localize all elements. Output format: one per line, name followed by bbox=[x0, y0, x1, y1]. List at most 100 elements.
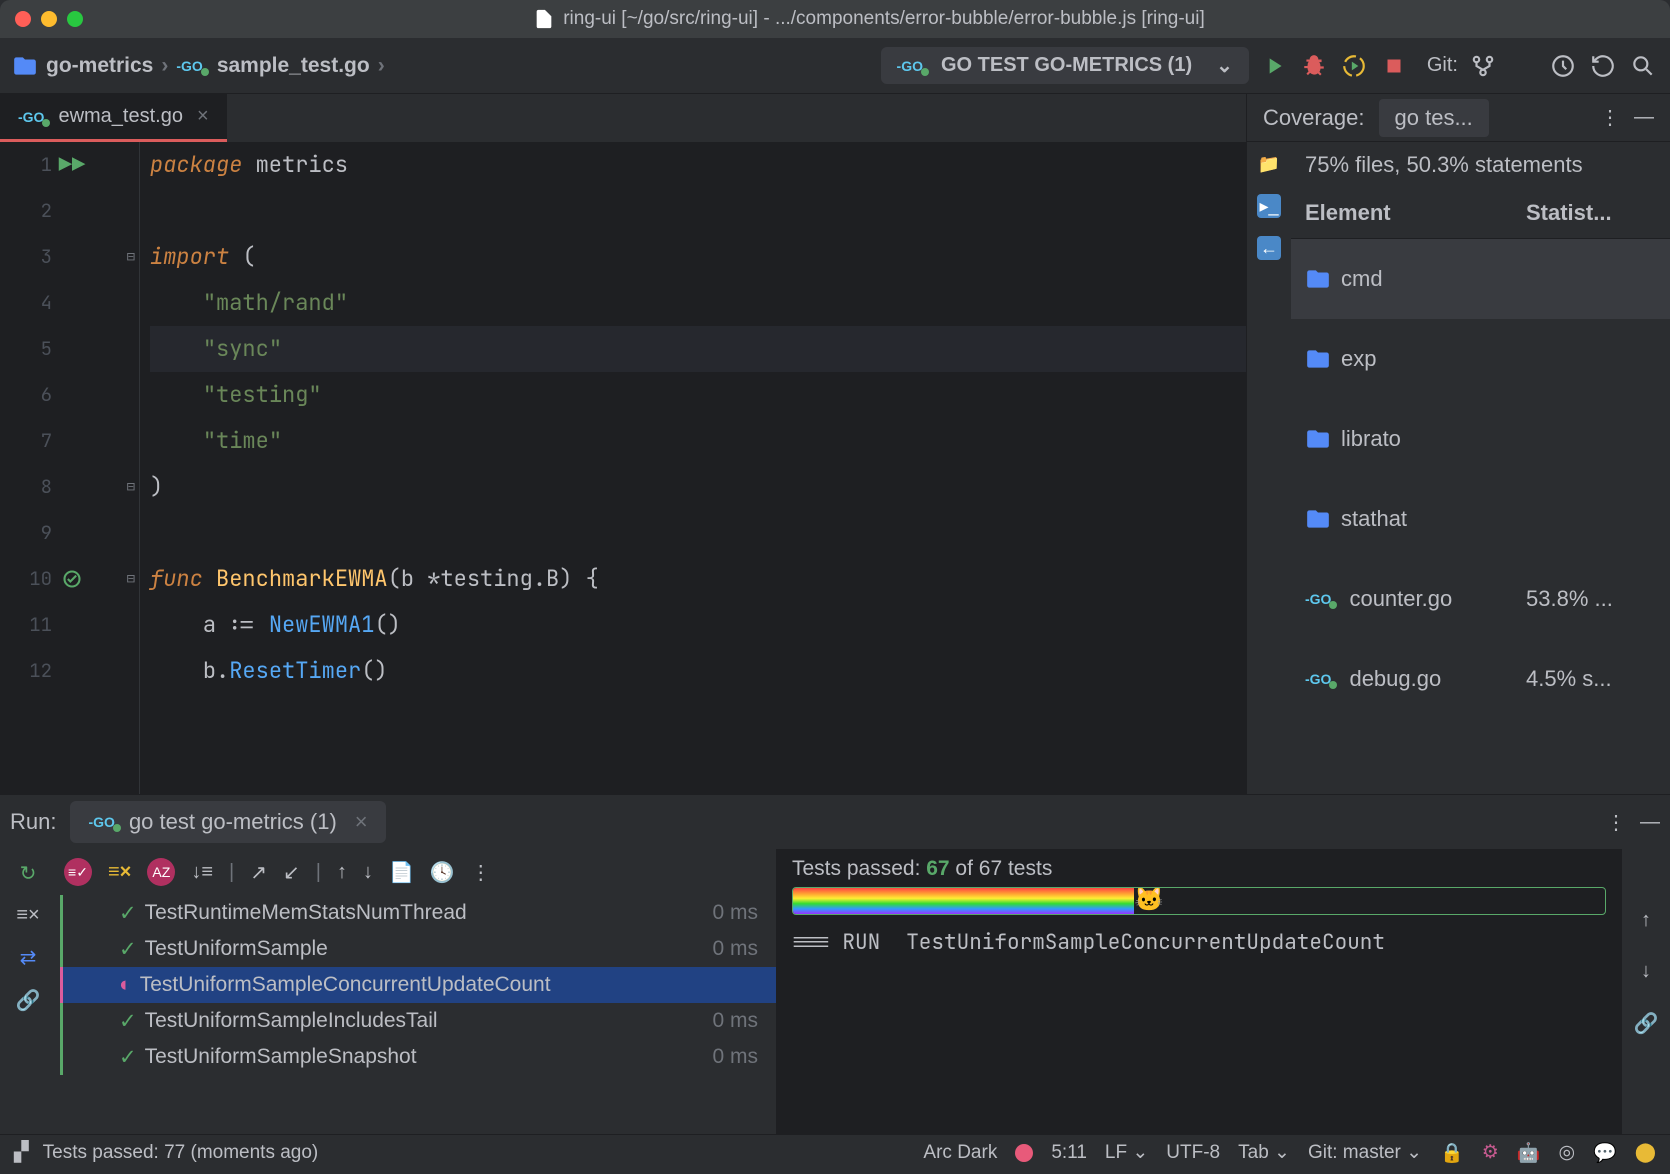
test-result-row[interactable]: ✓ TestUniformSampleIncludesTail 0 ms bbox=[63, 1003, 776, 1039]
feedback-icon[interactable]: 💬 bbox=[1593, 1141, 1617, 1165]
test-pass-icon: ✓ bbox=[119, 901, 137, 926]
memory-indicator-icon[interactable]: ⬤ bbox=[1635, 1141, 1656, 1164]
coverage-row[interactable]: stathat bbox=[1291, 479, 1670, 559]
editor-tab[interactable]: -GO ewma_test.go × bbox=[0, 94, 227, 142]
breadcrumb-folder: go-metrics bbox=[46, 54, 153, 78]
indent-status[interactable]: Tab ⌄ bbox=[1238, 1141, 1290, 1164]
test-result-row[interactable]: ✓ TestRuntimeMemStatsNumThread 0 ms bbox=[63, 895, 776, 931]
toggle-tree-button[interactable]: ≡× bbox=[16, 904, 39, 927]
minimize-window-button[interactable] bbox=[41, 11, 57, 27]
test-gutter-icon[interactable] bbox=[52, 569, 92, 589]
coverage-suite-selector[interactable]: go tes... bbox=[1379, 99, 1489, 137]
git-branch-button[interactable] bbox=[1468, 51, 1498, 81]
compare-button[interactable]: ⇄ bbox=[20, 945, 37, 970]
go-run-icon: -GO bbox=[897, 58, 923, 74]
coverage-tool-window: Coverage: go tes... ⋮ — 📁 ▸_ ← 75% files… bbox=[1246, 94, 1670, 794]
coverage-row[interactable]: -GO counter.go 53.8% ... bbox=[1291, 559, 1670, 639]
folder-icon bbox=[1305, 266, 1331, 292]
tests-passed-summary: Tests passed: 67 of 67 tests bbox=[792, 857, 1606, 881]
close-tab-button[interactable]: × bbox=[197, 105, 209, 128]
code-editor[interactable]: 1▶▶ 2 3⊟ 4 5 6 7 8⊟ 9 10⊟ 11 12 package … bbox=[0, 142, 1246, 794]
coverage-title: Coverage: bbox=[1263, 105, 1365, 131]
git-push-button[interactable] bbox=[1508, 51, 1538, 81]
cursor-position-status[interactable]: 5:11 bbox=[1051, 1142, 1087, 1164]
hide-button[interactable]: — bbox=[1634, 106, 1654, 129]
test-history-button[interactable]: 🕓 bbox=[430, 860, 455, 885]
folder-icon bbox=[12, 53, 38, 79]
link-button[interactable]: 🔗 bbox=[16, 988, 41, 1013]
test-result-row[interactable]: ◐ TestUniformSampleConcurrentUpdateCount bbox=[60, 967, 776, 1003]
lock-icon[interactable]: 🔒 bbox=[1440, 1141, 1464, 1165]
breadcrumb[interactable]: go-metrics › -GO sample_test.go › bbox=[12, 53, 385, 79]
folder-up-icon[interactable]: 📁 bbox=[1257, 152, 1281, 176]
fold-icon[interactable]: ⊟ bbox=[127, 234, 135, 280]
sort-by-duration-button[interactable]: ↓≡ bbox=[191, 861, 213, 884]
go-file-icon: -GO bbox=[1305, 671, 1331, 687]
test-tree-toolbar: ≡✓ ≡× AZ ↓≡ | ↗ ↙ | ↑ ↓ 📄 🕓 ⋮ bbox=[56, 849, 776, 895]
robot-icon[interactable]: 🤖 bbox=[1517, 1141, 1541, 1165]
git-branch-status[interactable]: Git: master ⌄ bbox=[1308, 1141, 1422, 1164]
test-console-output[interactable]: Tests passed: 67 of 67 tests 🐱 === RUN T… bbox=[776, 849, 1622, 1134]
go-file-icon: -GO bbox=[176, 58, 202, 74]
inspection-icon[interactable]: ◎ bbox=[1558, 1141, 1575, 1164]
export-button[interactable]: 📄 bbox=[389, 860, 414, 885]
fold-end-icon[interactable]: ⊟ bbox=[127, 464, 135, 510]
run-config-label: GO TEST GO-METRICS (1) bbox=[941, 54, 1192, 77]
more-menu-button[interactable]: ⋮ bbox=[1606, 810, 1626, 835]
color-scheme-status[interactable]: Arc Dark bbox=[923, 1142, 997, 1164]
collapse-all-button[interactable]: ↙ bbox=[283, 860, 300, 885]
test-pass-icon: ✓ bbox=[119, 937, 137, 962]
sort-alphabetically-button[interactable]: AZ bbox=[147, 858, 175, 886]
hide-button[interactable]: — bbox=[1640, 811, 1660, 834]
tab-filename: ewma_test.go bbox=[58, 105, 183, 128]
git-rollback-button[interactable] bbox=[1588, 51, 1618, 81]
console-line: === RUN TestUniformSampleConcurrentUpdat… bbox=[792, 929, 1606, 956]
git-history-button[interactable] bbox=[1548, 51, 1578, 81]
next-test-button[interactable]: ↓ bbox=[363, 861, 373, 884]
run-gutter-icon[interactable]: ▶▶ bbox=[52, 142, 92, 188]
run-button[interactable] bbox=[1259, 51, 1289, 81]
test-running-icon: ◐ bbox=[119, 973, 132, 997]
settings-gear-icon[interactable]: ⚙ bbox=[1482, 1141, 1499, 1164]
fold-icon[interactable]: ⊟ bbox=[127, 556, 135, 602]
test-result-row[interactable]: ✓ TestUniformSample 0 ms bbox=[63, 931, 776, 967]
breadcrumb-file: sample_test.go bbox=[217, 54, 370, 78]
folder-icon bbox=[1305, 506, 1331, 532]
show-passed-toggle[interactable]: ≡✓ bbox=[64, 858, 92, 886]
stop-button[interactable] bbox=[1379, 51, 1409, 81]
previous-test-button[interactable]: ↑ bbox=[337, 861, 347, 884]
run-tool-window: Run: -GO go test go-metrics (1) × ⋮ — ↻ … bbox=[0, 794, 1670, 1134]
test-result-row[interactable]: ✓ TestUniformSampleSnapshot 0 ms bbox=[63, 1039, 776, 1075]
go-run-icon: -GO bbox=[88, 814, 114, 830]
debug-button[interactable] bbox=[1299, 51, 1329, 81]
show-ignored-toggle[interactable]: ≡× bbox=[108, 861, 131, 884]
editor-gutter[interactable]: 1▶▶ 2 3⊟ 4 5 6 7 8⊟ 9 10⊟ 11 12 bbox=[0, 142, 140, 794]
chevron-right-icon: › bbox=[378, 54, 385, 78]
line-separator-status[interactable]: LF ⌄ bbox=[1105, 1141, 1148, 1164]
coverage-row[interactable]: cmd bbox=[1291, 239, 1670, 319]
close-window-button[interactable] bbox=[15, 11, 31, 27]
scroll-down-button[interactable]: ↓ bbox=[1641, 960, 1651, 983]
back-icon[interactable]: ← bbox=[1257, 236, 1281, 260]
rerun-button[interactable]: ↻ bbox=[20, 861, 37, 886]
scroll-up-button[interactable]: ↑ bbox=[1641, 909, 1651, 932]
coverage-row[interactable]: -GO debug.go 4.5% s... bbox=[1291, 639, 1670, 719]
more-options-button[interactable]: ⋮ bbox=[471, 860, 491, 885]
coverage-row[interactable]: exp bbox=[1291, 319, 1670, 399]
test-pass-icon: ✓ bbox=[119, 1009, 137, 1034]
run-panel-title: Run: bbox=[10, 809, 56, 835]
run-configuration-selector[interactable]: -GO GO TEST GO-METRICS (1) ⌄ bbox=[881, 47, 1249, 84]
maximize-window-button[interactable] bbox=[67, 11, 83, 27]
console-icon[interactable]: ▸_ bbox=[1257, 194, 1281, 218]
run-with-coverage-button[interactable] bbox=[1339, 51, 1369, 81]
search-button[interactable] bbox=[1628, 51, 1658, 81]
encoding-status[interactable]: UTF-8 bbox=[1166, 1142, 1220, 1164]
more-menu-button[interactable]: ⋮ bbox=[1600, 105, 1620, 130]
coverage-table-header[interactable]: Element Statist... bbox=[1291, 188, 1670, 239]
hide-tool-windows-button[interactable]: ▞ bbox=[14, 1141, 29, 1164]
run-panel-tab[interactable]: -GO go test go-metrics (1) × bbox=[70, 801, 385, 843]
coverage-row[interactable]: librato bbox=[1291, 399, 1670, 479]
expand-all-button[interactable]: ↗ bbox=[250, 860, 267, 885]
link-button[interactable]: 🔗 bbox=[1634, 1011, 1659, 1036]
close-tab-button[interactable]: × bbox=[355, 809, 368, 835]
